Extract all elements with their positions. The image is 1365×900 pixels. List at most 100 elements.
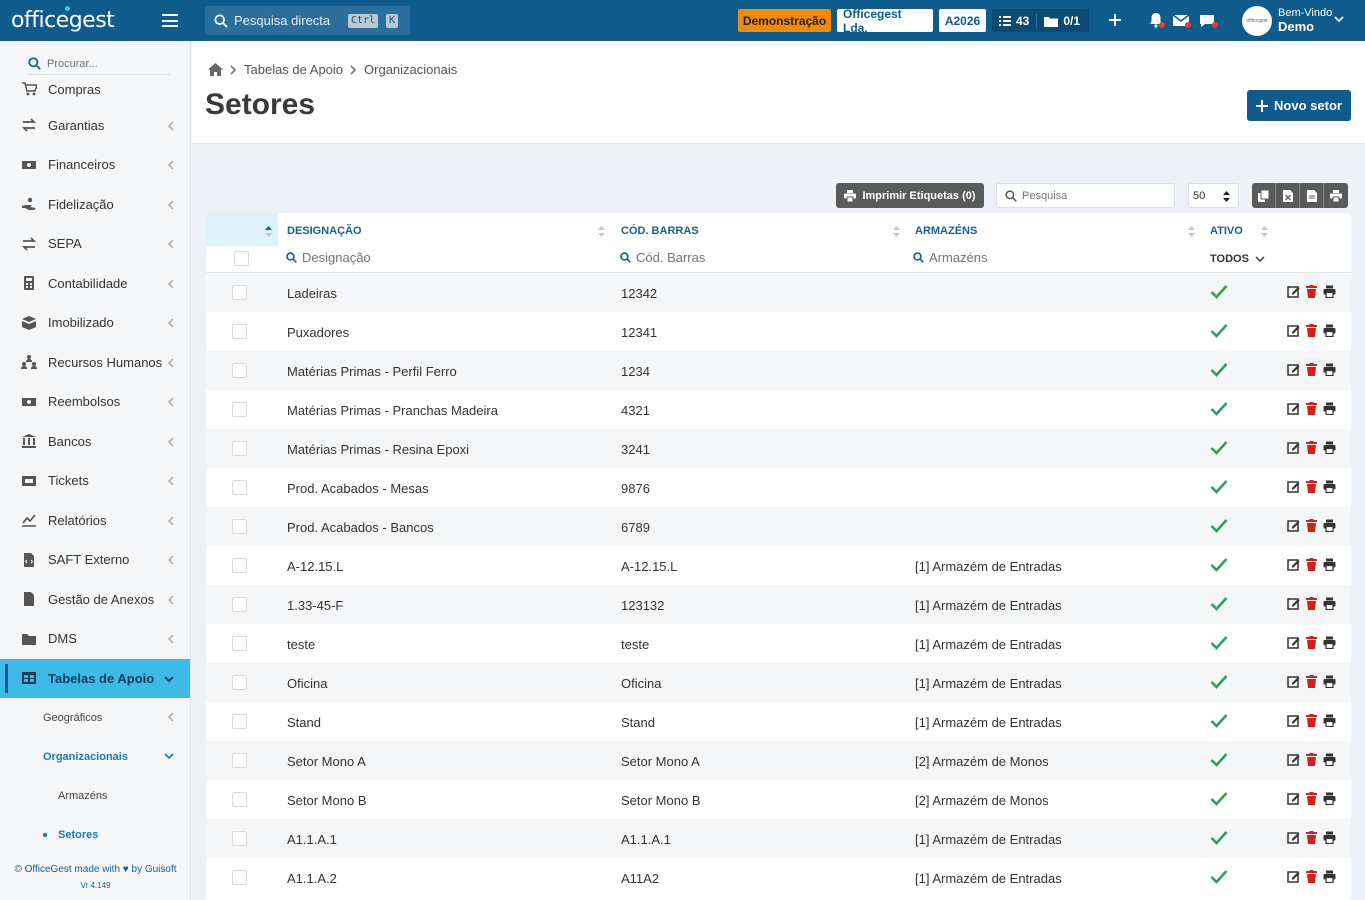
sort-icon[interactable] — [1188, 226, 1195, 237]
column-cod-barras[interactable]: CÓD. BARRAS — [621, 225, 699, 237]
table-row[interactable]: Prod. Acabados - Mesas 9876 — [206, 468, 1351, 507]
printer-icon[interactable] — [1323, 441, 1336, 454]
row-checkbox[interactable] — [232, 324, 247, 339]
row-checkbox[interactable] — [232, 402, 247, 417]
table-row[interactable]: Setor Mono A Setor Mono A [2] Armazém de M… — [206, 741, 1351, 780]
delete-icon[interactable] — [1305, 480, 1318, 493]
delete-icon[interactable] — [1305, 870, 1318, 883]
delete-icon[interactable] — [1305, 363, 1318, 376]
sidebar-item-garantias[interactable]: Garantias — [0, 106, 190, 145]
table-row[interactable]: A1.1.A.1 A1.1.A.1 [1] Armazém de Entradas — [206, 819, 1351, 858]
printer-icon[interactable] — [1323, 753, 1336, 766]
tasks-badge[interactable]: 43 0/1 — [992, 9, 1089, 32]
table-row[interactable]: Stand Stand [1] Armazém de Entradas — [206, 702, 1351, 741]
edit-icon[interactable] — [1287, 363, 1300, 376]
delete-icon[interactable] — [1305, 714, 1318, 727]
sidebar-item-compras[interactable]: Compras — [0, 73, 190, 97]
row-checkbox[interactable] — [232, 480, 247, 495]
filter-cod-barras-input[interactable] — [636, 250, 836, 265]
filter-armazens[interactable] — [913, 250, 1129, 265]
menu-toggle-icon[interactable] — [162, 14, 178, 27]
edit-icon[interactable] — [1287, 519, 1300, 532]
edit-icon[interactable] — [1287, 597, 1300, 610]
filter-ativo-select[interactable]: TODOS — [1210, 253, 1265, 265]
edit-icon[interactable] — [1287, 714, 1300, 727]
column-armazens[interactable]: ARMAZÉNS — [915, 225, 977, 237]
printer-icon[interactable] — [1323, 519, 1336, 532]
sort-icon[interactable] — [893, 226, 900, 237]
row-checkbox[interactable] — [232, 753, 247, 768]
printer-icon[interactable] — [1323, 363, 1336, 376]
row-checkbox[interactable] — [232, 831, 247, 846]
sidebar-item-dms[interactable]: DMS — [0, 619, 190, 658]
edit-icon[interactable] — [1287, 441, 1300, 454]
table-row[interactable]: Matérias Primas - Resina Epoxi 3241 — [206, 429, 1351, 468]
edit-icon[interactable] — [1287, 324, 1300, 337]
edit-icon[interactable] — [1287, 675, 1300, 688]
sidebar-item-fideliza-o[interactable]: Fidelização — [0, 185, 190, 224]
table-row[interactable]: Matérias Primas - Perfil Ferro 1234 — [206, 351, 1351, 390]
printer-icon[interactable] — [1323, 597, 1336, 610]
delete-icon[interactable] — [1305, 831, 1318, 844]
sidebar-item-tickets[interactable]: Tickets — [0, 461, 190, 500]
row-checkbox[interactable] — [232, 597, 247, 612]
edit-icon[interactable] — [1287, 753, 1300, 766]
per-page-select[interactable]: 50 — [1188, 183, 1239, 208]
delete-icon[interactable] — [1305, 753, 1318, 766]
sidebar-item-saft-externo[interactable]: SAFT Externo — [0, 540, 190, 579]
sidebar-item-imobilizado[interactable]: Imobilizado — [0, 303, 190, 342]
printer-icon[interactable] — [1323, 870, 1336, 883]
sidebar-sub-armazens[interactable]: Armazéns — [0, 776, 190, 815]
sidebar-item-relat-rios[interactable]: Relatórios — [0, 501, 190, 540]
table-row[interactable]: Matérias Primas - Pranchas Madeira 4321 — [206, 390, 1351, 429]
printer-icon[interactable] — [1323, 831, 1336, 844]
delete-icon[interactable] — [1305, 519, 1318, 532]
user-welcome[interactable]: Bem-Vindo Demo — [1278, 7, 1332, 33]
home-icon[interactable] — [208, 63, 223, 76]
printer-icon[interactable] — [1323, 675, 1336, 688]
edit-icon[interactable] — [1287, 558, 1300, 571]
sidebar-item-sepa[interactable]: SEPA — [0, 224, 190, 263]
sidebar-sub-geograficos[interactable]: Geográficos — [0, 698, 190, 737]
table-row[interactable]: Setor Mono B Setor Mono B [2] Armazém de M… — [206, 780, 1351, 819]
printer-icon[interactable] — [1323, 285, 1336, 298]
table-row[interactable]: teste teste [1] Armazém de Entradas — [206, 624, 1351, 663]
row-checkbox[interactable] — [232, 714, 247, 729]
row-checkbox[interactable] — [232, 636, 247, 651]
edit-icon[interactable] — [1287, 831, 1300, 844]
table-row[interactable]: A-12.15.L A-12.15.L [1] Armazém de Entrada… — [206, 546, 1351, 585]
global-search[interactable]: Pesquisa directa Ctrl K — [205, 6, 410, 35]
sidebar-sub-setores[interactable]: Setores — [0, 815, 190, 854]
table-row[interactable]: A1.1.A.2 A11A2 [1] Armazém de Entradas — [206, 858, 1351, 897]
edit-icon[interactable] — [1287, 792, 1300, 805]
delete-icon[interactable] — [1305, 597, 1318, 610]
printer-icon[interactable] — [1323, 402, 1336, 415]
edit-icon[interactable] — [1287, 285, 1300, 298]
table-row[interactable]: 1.33-45-F 123132 [1] Armazém de Entradas — [206, 585, 1351, 624]
filter-armazens-input[interactable] — [929, 250, 1129, 265]
printer-icon[interactable] — [1323, 558, 1336, 571]
sidebar-search[interactable] — [28, 53, 170, 75]
printer-icon[interactable] — [1323, 714, 1336, 727]
select-all-checkbox[interactable] — [234, 251, 249, 266]
sort-icon[interactable] — [265, 226, 272, 237]
breadcrumb-item[interactable]: Tabelas de Apoio — [244, 62, 343, 77]
sidebar-item-bancos[interactable]: Bancos — [0, 422, 190, 461]
table-row[interactable]: Puxadores 12341 — [206, 312, 1351, 351]
table-row[interactable]: Oficina Oficina [1] Armazém de Entradas — [206, 663, 1351, 702]
new-sector-button[interactable]: Novo setor — [1247, 90, 1351, 121]
delete-icon[interactable] — [1305, 636, 1318, 649]
delete-icon[interactable] — [1305, 285, 1318, 298]
row-checkbox[interactable] — [232, 675, 247, 690]
breadcrumb-item[interactable]: Organizacionais — [364, 62, 457, 77]
excel-button[interactable] — [1276, 183, 1300, 208]
printer-icon[interactable] — [1323, 792, 1336, 805]
sidebar-sub-organizacionais[interactable]: Organizacionais — [0, 737, 190, 776]
company-badge[interactable]: Officegest Lda. — [837, 7, 933, 35]
table-row[interactable]: Ladeiras 12342 — [206, 273, 1351, 312]
plus-icon[interactable] — [1105, 10, 1125, 30]
printer-icon[interactable] — [1323, 636, 1336, 649]
sidebar-item-recursos-humanos[interactable]: Recursos Humanos — [0, 343, 190, 382]
printer-icon[interactable] — [1323, 480, 1336, 493]
chevron-down-icon[interactable] — [1334, 14, 1344, 24]
